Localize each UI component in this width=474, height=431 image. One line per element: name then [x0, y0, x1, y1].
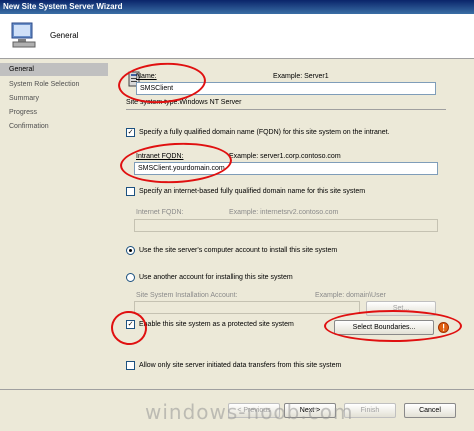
computer-account-radio[interactable]: [126, 246, 135, 255]
other-account-radio-label: Use another account for installing this …: [139, 274, 293, 281]
name-example: Example: Server1: [273, 73, 329, 80]
fqdn-checkbox-label: Specify a fully qualified domain name (F…: [139, 129, 390, 136]
page-title: General: [50, 31, 79, 40]
install-account-example: Example: domain\User: [315, 292, 386, 299]
divider: [126, 109, 446, 110]
other-account-radio[interactable]: [126, 273, 135, 282]
cancel-button[interactable]: Cancel: [404, 403, 456, 418]
intranet-fqdn-example: Example: server1.corp.contoso.com: [229, 153, 341, 160]
nav-item-summary[interactable]: Summary: [0, 92, 108, 105]
wizard-nav: General System Role Selection Summary Pr…: [0, 59, 108, 389]
computer-account-radio-label: Use the site server's computer account t…: [139, 247, 338, 254]
internet-fqdn-example: Example: internetsrv2.contoso.com: [229, 209, 339, 216]
nav-item-confirmation[interactable]: Confirmation: [0, 120, 108, 133]
internet-fqdn-input[interactable]: [134, 219, 438, 232]
install-account-input[interactable]: [134, 301, 360, 314]
internet-fqdn-checkbox[interactable]: [126, 187, 135, 196]
annotation-circle: [324, 310, 462, 342]
computer-icon: [11, 22, 36, 48]
window-title: New Site System Server Wizard: [0, 0, 474, 14]
allow-only-checkbox[interactable]: [126, 361, 135, 370]
nav-item-progress[interactable]: Progress: [0, 106, 108, 119]
internet-fqdn-checkbox-label: Specify an internet-based fully qualifie…: [139, 188, 366, 195]
general-page: Name: Example: Server1 SMSClient Site sy…: [108, 59, 463, 389]
watermark-logo: windows-noob.com: [145, 400, 354, 424]
nav-item-system-role-selection[interactable]: System Role Selection: [0, 78, 108, 91]
nav-item-general[interactable]: General: [0, 63, 108, 76]
wizard-header: General: [0, 14, 474, 59]
protected-site-checkbox-label: Enable this site system as a protected s…: [139, 321, 294, 328]
install-account-label: Site System Installation Account:: [136, 292, 238, 299]
annotation-circle: [108, 308, 150, 348]
annotation-circle: [119, 140, 233, 186]
allow-only-checkbox-label: Allow only site server initiated data tr…: [139, 362, 342, 369]
fqdn-checkbox[interactable]: ✓: [126, 128, 135, 137]
internet-fqdn-label: Internet FQDN:: [136, 209, 184, 216]
